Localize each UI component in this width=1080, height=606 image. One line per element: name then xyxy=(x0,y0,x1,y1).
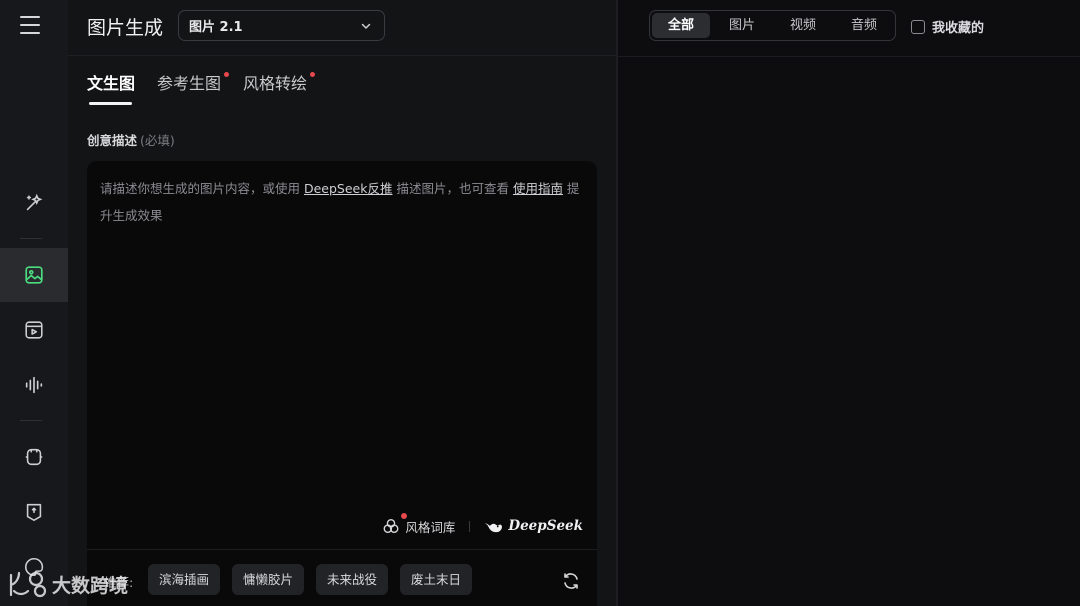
refresh-icon[interactable] xyxy=(561,571,581,591)
watermark-logo-icon xyxy=(9,571,47,598)
favorites-checkbox[interactable] xyxy=(911,19,925,34)
image-icon xyxy=(25,266,43,284)
usage-guide-link[interactable]: 使用指南 xyxy=(513,181,563,196)
generation-panel: 图片生成 图片 2.1 文生图 参考生图 风格转绘 创意描述 (必填) 请描述你… xyxy=(68,0,616,606)
audio-wave-icon xyxy=(25,376,43,394)
media-filter: 全部 图片 视频 音频 xyxy=(649,10,896,41)
recommend-chip[interactable]: 慵懒胶片 xyxy=(232,564,305,595)
filter-image[interactable]: 图片 xyxy=(713,13,771,38)
rail-item-robot[interactable] xyxy=(0,430,68,484)
tab-label: 风格转绘 xyxy=(243,74,308,93)
prompt-tools: 风格词库 DeepSeek xyxy=(382,512,583,536)
chevron-down-icon xyxy=(361,23,371,29)
active-tab-underline xyxy=(89,102,132,105)
magic-wand-icon xyxy=(26,193,43,211)
placeholder-text: 描述图片，也可查看 xyxy=(392,181,513,196)
style-library-button[interactable]: 风格词库 xyxy=(382,512,456,536)
watermark: 大数跨境 xyxy=(8,567,128,601)
tab-label: 参考生图 xyxy=(157,74,222,93)
new-badge-dot xyxy=(401,512,408,519)
required-hint: (必填) xyxy=(140,133,175,148)
rail-item-brush[interactable] xyxy=(0,485,68,539)
tool-divider xyxy=(469,520,471,532)
tab-text-to-image[interactable]: 文生图 xyxy=(87,70,136,105)
video-icon xyxy=(25,321,43,339)
model-select[interactable]: 图片 2.1 xyxy=(178,10,385,41)
placeholder-text: 请描述你想生成的图片内容，或使用 xyxy=(100,181,304,196)
prompt-label-text: 创意描述 xyxy=(87,133,138,148)
deepseek-label: DeepSeek xyxy=(508,518,583,534)
filter-audio[interactable]: 音频 xyxy=(835,13,893,38)
new-badge-dot xyxy=(224,72,229,77)
tab-reference-image[interactable]: 参考生图 xyxy=(157,70,229,94)
new-badge-dot xyxy=(310,72,315,77)
watermark-text: 大数跨境 xyxy=(52,574,129,597)
model-select-value: 图片 2.1 xyxy=(189,20,243,35)
prompt-placeholder: 请描述你想生成的图片内容，或使用 DeepSeek反推 描述图片，也可查看 使用… xyxy=(100,175,586,229)
favorites-label: 我收藏的 xyxy=(932,21,985,36)
style-library-icon xyxy=(383,519,399,533)
recommend-divider xyxy=(87,549,597,550)
rail-item-video[interactable] xyxy=(0,303,68,357)
tab-style-transfer[interactable]: 风格转绘 xyxy=(243,70,315,94)
panel-header: 图片生成 图片 2.1 xyxy=(68,0,616,56)
recommend-chip[interactable]: 滨海插画 xyxy=(148,564,221,595)
recommend-chip[interactable]: 废土末日 xyxy=(400,564,473,595)
page-title: 图片生成 xyxy=(87,17,164,39)
prompt-label: 创意描述 (必填) xyxy=(87,130,175,149)
left-rail xyxy=(0,0,68,606)
filter-all[interactable]: 全部 xyxy=(652,13,710,38)
deepseek-button[interactable]: DeepSeek xyxy=(484,518,583,534)
deepseek-whale-icon xyxy=(485,522,503,532)
recommend-chip[interactable]: 未来战役 xyxy=(316,564,389,595)
rail-item-magic[interactable] xyxy=(0,176,68,230)
favorites-toggle[interactable]: 我收藏的 xyxy=(911,17,984,36)
rail-item-image[interactable] xyxy=(0,248,68,302)
rail-item-audio[interactable] xyxy=(0,358,68,412)
filter-video[interactable]: 视频 xyxy=(774,13,832,38)
recommend-row: 推荐: 滨海插画 慵懒胶片 未来战役 废土末日 xyxy=(87,564,597,596)
robot-icon xyxy=(25,448,43,466)
app-root: 图片生成 图片 2.1 文生图 参考生图 风格转绘 创意描述 (必填) 请描述你… xyxy=(0,0,1080,606)
prompt-input[interactable]: 请描述你想生成的图片内容，或使用 DeepSeek反推 描述图片，也可查看 使用… xyxy=(87,161,597,606)
hamburger-icon[interactable] xyxy=(20,16,40,34)
tab-label: 文生图 xyxy=(87,74,136,93)
brush-icon xyxy=(26,503,42,522)
deepseek-reverse-link[interactable]: DeepSeek反推 xyxy=(304,181,393,196)
results-area: 全部 图片 视频 音频 我收藏的 xyxy=(618,0,1080,606)
results-header: 全部 图片 视频 音频 我收藏的 xyxy=(618,0,1080,57)
style-library-label: 风格词库 xyxy=(405,519,456,535)
